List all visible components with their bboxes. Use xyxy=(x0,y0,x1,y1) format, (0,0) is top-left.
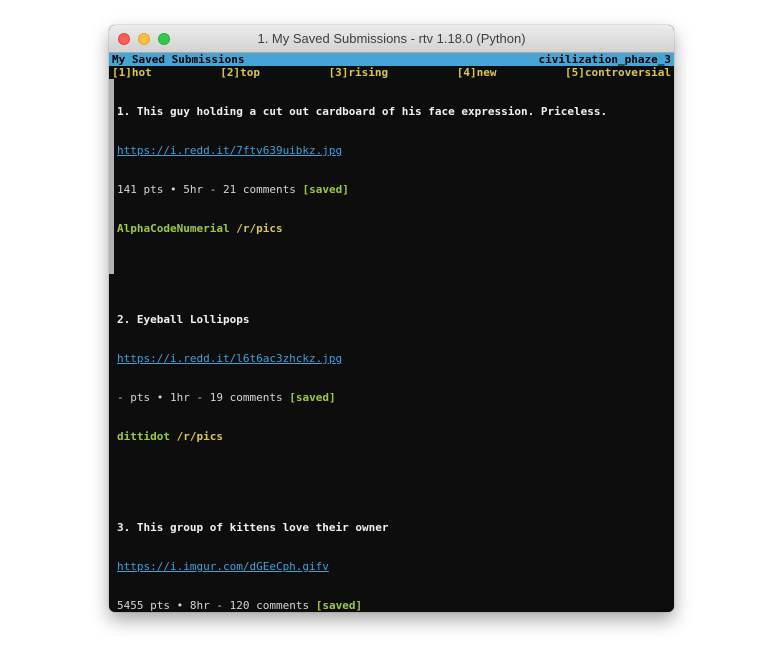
submission-byline: AlphaCodeNumerial /r/pics xyxy=(117,222,674,235)
window-titlebar[interactable]: 1. My Saved Submissions - rtv 1.18.0 (Py… xyxy=(109,25,674,53)
submission-title: 1. This guy holding a cut out cardboard … xyxy=(117,105,674,118)
window-controls xyxy=(118,33,170,45)
order-tab-controversial[interactable]: [5]controversial xyxy=(565,66,671,79)
app-window: 1. My Saved Submissions - rtv 1.18.0 (Py… xyxy=(109,25,674,612)
age-comments-label: 1hr - 19 comments xyxy=(170,391,289,404)
submission-link[interactable]: https://i.redd.it/l6t6ac3zhckz.jpg xyxy=(117,352,674,365)
submission-byline: dittidot /r/pics xyxy=(117,430,674,443)
points-label: 141 pts xyxy=(117,183,170,196)
order-tab-hot[interactable]: [1]hot xyxy=(112,66,152,79)
close-button[interactable] xyxy=(118,33,130,45)
username: civilization_phaze_3 xyxy=(539,53,671,66)
vote-indicator: • xyxy=(157,391,170,404)
age-comments-label: 5hr - 21 comments xyxy=(183,183,302,196)
order-tab-rising[interactable]: [3]rising xyxy=(329,66,389,79)
page-header-bar: My Saved Submissions civilization_phaze_… xyxy=(109,53,674,66)
submission-title: 3. This group of kittens love their owne… xyxy=(117,521,674,534)
submission-stats: 141 pts • 5hr - 21 comments [saved] xyxy=(117,183,674,196)
zoom-button[interactable] xyxy=(158,33,170,45)
subreddit-name: /r/pics xyxy=(177,430,223,443)
order-bar: [1]hot [2]top [3]rising [4]new [5]controvers… xyxy=(109,66,674,79)
submission-item[interactable]: 1. This guy holding a cut out cardboard … xyxy=(109,79,674,274)
saved-badge: [saved] xyxy=(289,391,335,404)
submission-stats: 5455 pts • 8hr - 120 comments [saved] xyxy=(117,599,674,612)
age-comments-label: 8hr - 120 comments xyxy=(190,599,316,612)
points-label: 5455 pts xyxy=(117,599,177,612)
submission-list: 1. This guy holding a cut out cardboard … xyxy=(109,79,674,612)
submission-item[interactable]: 2. Eyeball Lollipops https://i.redd.it/l… xyxy=(109,287,674,482)
submission-item[interactable]: 3. This group of kittens love their owne… xyxy=(109,495,674,612)
points-label: - pts xyxy=(117,391,157,404)
author-name: dittidot xyxy=(117,430,177,443)
submission-stats: - pts • 1hr - 19 comments [saved] xyxy=(117,391,674,404)
terminal: My Saved Submissions civilization_phaze_… xyxy=(109,53,674,612)
page-title: My Saved Submissions xyxy=(112,53,244,66)
submission-link[interactable]: https://i.imgur.com/dGEeCph.gifv xyxy=(117,560,674,573)
window-title: 1. My Saved Submissions - rtv 1.18.0 (Py… xyxy=(109,31,674,46)
subreddit-name: /r/pics xyxy=(236,222,282,235)
vote-indicator: • xyxy=(170,183,183,196)
minimize-button[interactable] xyxy=(138,33,150,45)
submission-title: 2. Eyeball Lollipops xyxy=(117,313,674,326)
vote-indicator: • xyxy=(177,599,190,612)
order-tab-top[interactable]: [2]top xyxy=(220,66,260,79)
submission-link[interactable]: https://i.redd.it/7ftv639uibkz.jpg xyxy=(117,144,674,157)
saved-badge: [saved] xyxy=(316,599,362,612)
saved-badge: [saved] xyxy=(302,183,348,196)
author-name: AlphaCodeNumerial xyxy=(117,222,236,235)
order-tab-new[interactable]: [4]new xyxy=(457,66,497,79)
